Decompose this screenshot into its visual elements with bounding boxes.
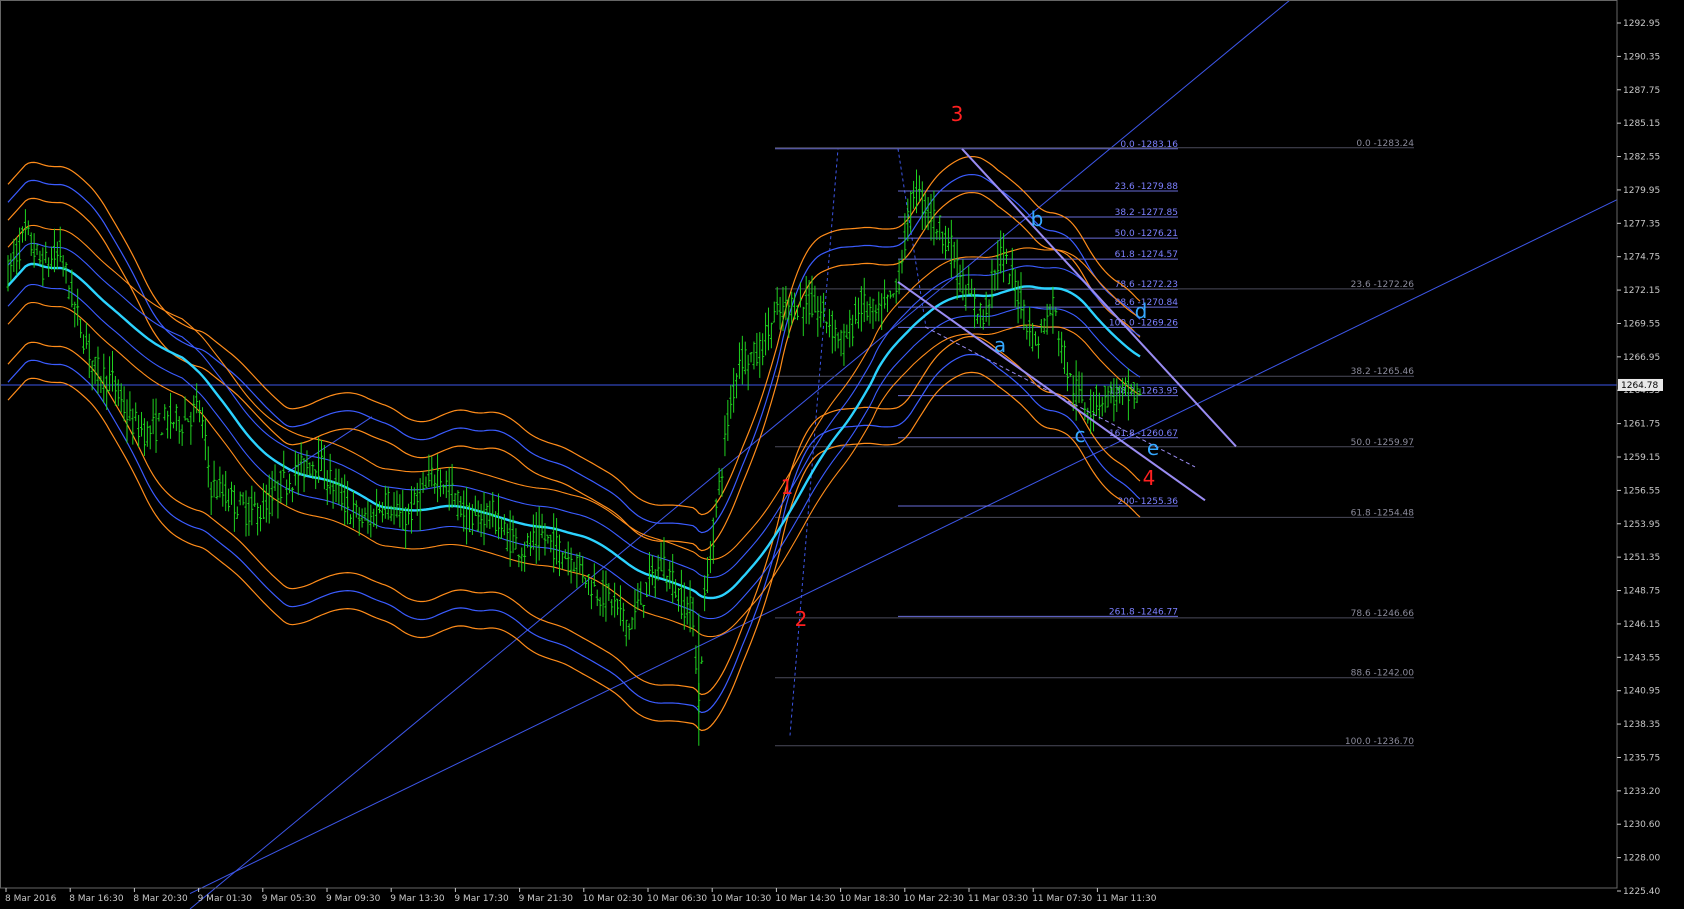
y-tick-label: 1277.35	[1623, 219, 1660, 229]
wave-label-red: 4	[1143, 466, 1156, 490]
wave-label-blue: a	[994, 333, 1006, 357]
x-tick-label: 10 Mar 22:30	[904, 894, 964, 904]
fib2-level-label: 50.0 -1259.97	[1351, 438, 1414, 448]
y-tick-label: 1292.95	[1623, 19, 1660, 29]
wave-label-red: 3	[951, 102, 964, 126]
y-tick-label: 1248.75	[1623, 587, 1660, 597]
fib2-level-label: 23.6 -1272.26	[1351, 280, 1415, 290]
y-tick-label: 1285.15	[1623, 119, 1660, 129]
y-tick-label: 1287.75	[1623, 86, 1660, 96]
y-tick-label: 1238.35	[1623, 720, 1660, 730]
wave-label-blue: d	[1135, 299, 1148, 323]
x-tick-label: 11 Mar 03:30	[968, 894, 1028, 904]
y-tick-label: 1282.55	[1623, 153, 1660, 163]
x-tick-label: 10 Mar 06:30	[647, 894, 707, 904]
x-tick-label: 8 Mar 2016	[5, 894, 57, 904]
x-tick-label: 10 Mar 14:30	[775, 894, 835, 904]
fib-level-label: 61.8 -1274.57	[1115, 250, 1178, 260]
chart-background	[0, 0, 1684, 909]
fib2-level-label: 100.0 -1236.70	[1345, 737, 1414, 747]
wave-label-blue: e	[1147, 436, 1159, 460]
fib-level-label: 0.0 -1283.16	[1120, 140, 1178, 150]
fib-level-label: 23.6 -1279.88	[1115, 182, 1179, 192]
fib-level-label: 261.8 -1246.77	[1109, 607, 1178, 617]
y-tick-label: 1228.00	[1623, 854, 1660, 864]
x-tick-label: 9 Mar 05:30	[262, 894, 317, 904]
fib2-level-label: 88.6 -1242.00	[1351, 669, 1415, 679]
y-tick-label: 1274.75	[1623, 253, 1660, 263]
y-tick-label: 1243.55	[1623, 653, 1660, 663]
y-tick-label: 1272.15	[1623, 286, 1660, 296]
x-tick-label: 11 Mar 07:30	[1032, 894, 1092, 904]
y-tick-label: 1290.35	[1623, 52, 1660, 62]
y-tick-label: 1246.15	[1623, 620, 1660, 630]
fib-level-label: 200- 1255.36	[1117, 497, 1178, 507]
fib2-level-label: 61.8 -1254.48	[1351, 508, 1415, 518]
y-tick-label: 1251.35	[1623, 553, 1660, 563]
y-tick-label: 1225.40	[1623, 887, 1660, 897]
x-tick-label: 9 Mar 21:30	[519, 894, 574, 904]
wave-label-red: 2	[795, 607, 808, 631]
x-tick-label: 9 Mar 17:30	[454, 894, 509, 904]
x-tick-label: 8 Mar 16:30	[69, 894, 124, 904]
x-tick-label: 8 Mar 20:30	[133, 894, 188, 904]
y-tick-label: 1240.95	[1623, 687, 1660, 697]
y-tick-label: 1253.95	[1623, 520, 1660, 530]
y-tick-label: 1266.95	[1623, 353, 1660, 363]
x-tick-label: 9 Mar 09:30	[326, 894, 381, 904]
wave-label-blue: c	[1075, 423, 1086, 447]
x-tick-label: 10 Mar 18:30	[840, 894, 900, 904]
y-tick-label: 1259.15	[1623, 453, 1660, 463]
x-tick-label: 10 Mar 02:30	[583, 894, 643, 904]
x-tick-label: 11 Mar 11:30	[1096, 894, 1156, 904]
y-tick-label: 1235.75	[1623, 753, 1660, 763]
price-chart[interactable]: 0.0 -1283.16 23.6 -1279.88 38.2 -1277.85 50…	[0, 0, 1684, 909]
y-tick-label: 1261.75	[1623, 420, 1660, 430]
wave-label-red: 1	[781, 475, 794, 499]
fib-level-label: 50.0 -1276.21	[1115, 229, 1178, 239]
current-price-label: 1264.78	[1621, 381, 1658, 391]
x-tick-label: 9 Mar 01:30	[198, 894, 253, 904]
fib-level-label: 38.2 -1277.85	[1115, 208, 1178, 218]
y-tick-label: 1279.95	[1623, 186, 1660, 196]
x-tick-label: 10 Mar 10:30	[711, 894, 771, 904]
y-tick-label: 1256.55	[1623, 486, 1660, 496]
fib2-level-label: 38.2 -1265.46	[1351, 367, 1415, 377]
fib2-level-label: 78.6 -1246.66	[1351, 609, 1415, 619]
y-tick-label: 1230.60	[1623, 820, 1660, 830]
y-tick-label: 1233.20	[1623, 787, 1660, 797]
fib-level-label: 161.8 -1260.67	[1109, 429, 1178, 439]
y-tick-label: 1269.55	[1623, 319, 1660, 329]
fib2-level-label: 0.0 -1283.24	[1356, 139, 1414, 149]
wave-label-blue: b	[1031, 207, 1044, 231]
x-tick-label: 9 Mar 13:30	[390, 894, 445, 904]
